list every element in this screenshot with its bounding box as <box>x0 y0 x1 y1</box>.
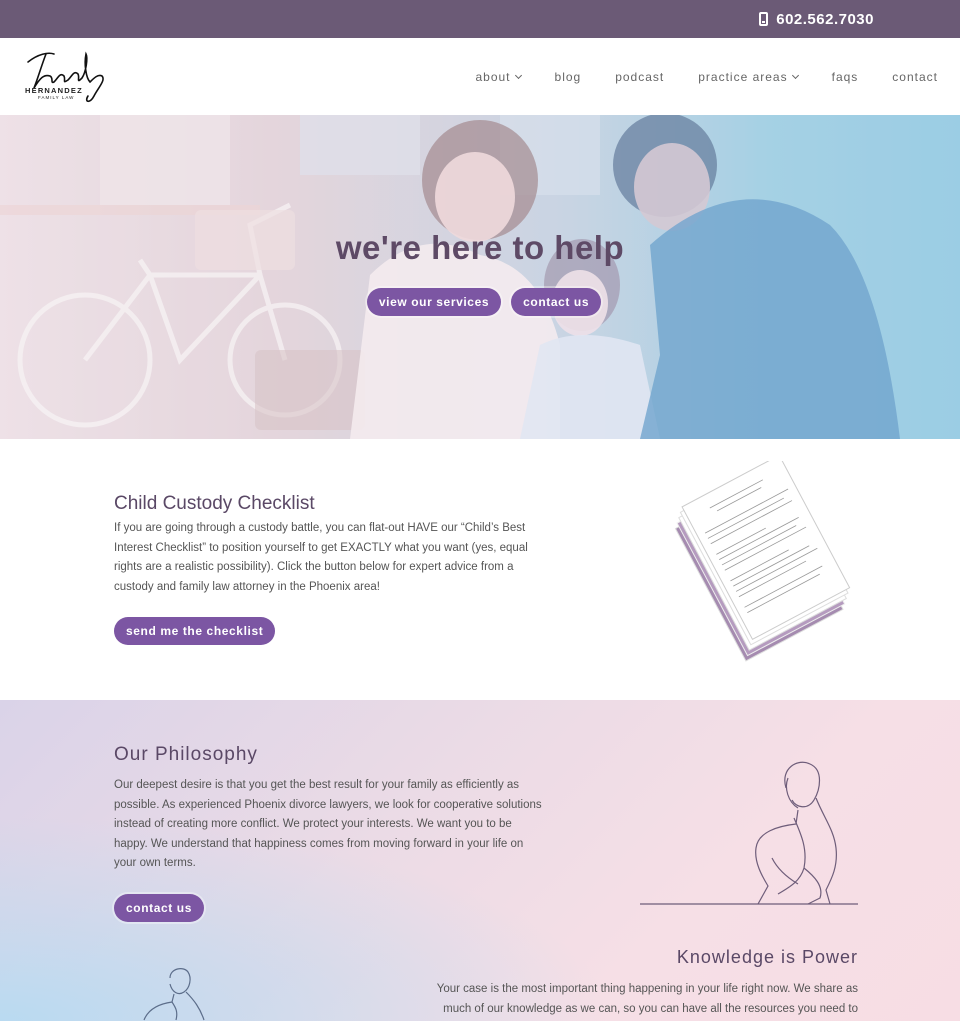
philosophy-contact-button[interactable]: contact us <box>114 894 205 922</box>
send-checklist-button[interactable]: send me the checklist <box>114 617 276 645</box>
logo-subtitle-text: FAMILY LAW <box>38 94 75 100</box>
hero-banner: we're here to help view our services con… <box>0 115 960 439</box>
nav-practice-areas-label: practice areas <box>698 69 788 84</box>
checklist-section: Child Custody Checklist If you are going… <box>0 439 960 700</box>
thinking-woman-illustration <box>640 761 858 905</box>
phone-icon <box>759 12 769 26</box>
nav-faqs[interactable]: faqs <box>832 70 859 84</box>
family-hero-photo <box>0 115 960 439</box>
hero-contact-button[interactable]: contact us <box>511 288 602 316</box>
logo-name-text: HERNANDEZ <box>25 85 83 95</box>
nav-blog[interactable]: blog <box>555 70 582 84</box>
nav-practice-areas[interactable]: practice areas <box>698 69 799 84</box>
nav-about-label: about <box>475 69 511 84</box>
nav-about[interactable]: about <box>475 69 522 84</box>
checklist-document-image <box>674 461 851 662</box>
main-nav: about blog podcast practice areas faqs c… <box>475 70 938 84</box>
thinking-man-illustration <box>143 968 205 1021</box>
checklist-title: Child Custody Checklist <box>114 493 315 514</box>
chevron-down-icon <box>791 71 799 79</box>
site-logo[interactable]: HERNANDEZ FAMILY LAW <box>24 48 108 106</box>
hero-title: we're here to help <box>335 229 625 266</box>
hero-buttons: view our services contact us <box>0 288 960 316</box>
nav-podcast[interactable]: podcast <box>615 70 664 84</box>
view-services-button[interactable]: view our services <box>366 288 502 316</box>
chevron-down-icon <box>514 71 522 79</box>
phone-number-link[interactable]: 602.562.7030 <box>776 11 874 28</box>
knowledge-description: Your case is the most important thing ha… <box>436 983 858 1015</box>
nav-contact[interactable]: contact <box>892 70 938 84</box>
knowledge-title: Knowledge is Power <box>676 947 858 967</box>
philosophy-section: Our Philosophy Our deepest desire is tha… <box>0 700 960 1021</box>
philosophy-description: Our deepest desire is that you get the b… <box>114 779 542 869</box>
checklist-description: If you are going through a custody battl… <box>114 522 528 593</box>
philosophy-title: Our Philosophy <box>114 744 258 765</box>
site-header: HERNANDEZ FAMILY LAW about blog podcast … <box>0 38 960 115</box>
top-bar: 602.562.7030 <box>0 0 960 38</box>
